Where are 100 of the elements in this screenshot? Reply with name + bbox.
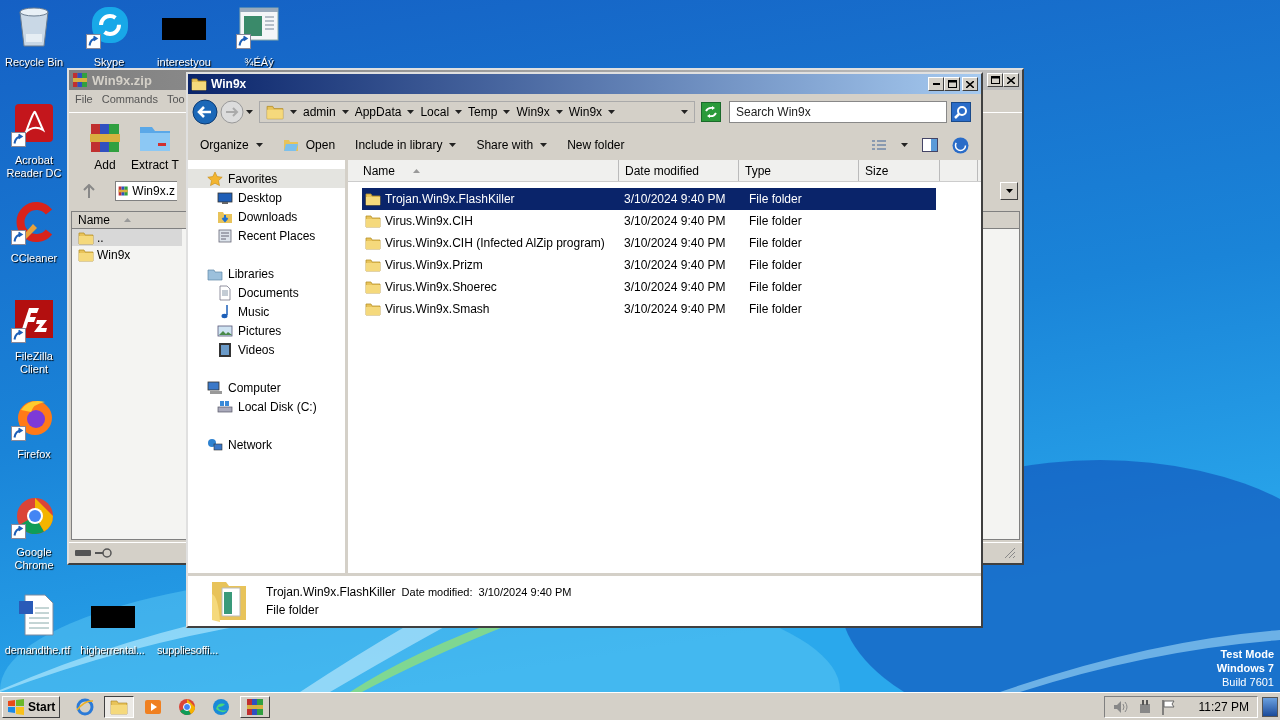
table-cell-text: 3/10/2024 9:40 PM	[623, 236, 727, 250]
file-row[interactable]: Virus.Win9x.Smash 3/10/2024 9:40 PM File folder	[362, 298, 936, 320]
browser-icon	[76, 697, 95, 716]
desktop-icon-label[interactable]: CCleaner	[10, 252, 58, 265]
desktop-icon-label[interactable]: Acrobat Reader DC	[3, 154, 65, 180]
file-row[interactable]: Win9x	[72, 246, 182, 263]
archive-icon	[72, 72, 88, 88]
sort-arrow-icon	[413, 168, 420, 173]
document-icon	[217, 284, 233, 301]
column-header[interactable]: Name	[72, 212, 177, 228]
nav-item[interactable]: Recent Places	[188, 226, 345, 245]
file-row[interactable]: Virus.Win9x.CIH 3/10/2024 9:40 PM File folder	[362, 210, 936, 232]
table-cell-text: File folder	[748, 258, 803, 272]
nav-group[interactable]: Network	[188, 435, 345, 454]
chevron-icon	[290, 110, 297, 114]
taskbar-button[interactable]	[104, 695, 135, 718]
column-header[interactable]: Date modified	[619, 160, 739, 181]
nav-item[interactable]: Pictures	[188, 321, 345, 340]
path-field[interactable]: Win9x.z	[115, 181, 177, 201]
desktop-icon-label[interactable]: Recycle Bin	[4, 56, 64, 69]
folder-icon	[365, 301, 381, 317]
file-row[interactable]: Virus.Win9x.CIH (Infected AlZip program) 3/10/2024 9:40 PM File folder	[362, 232, 936, 254]
desktop-icon-label[interactable]: Firefox	[17, 448, 51, 461]
disk-drive-icon	[217, 398, 233, 415]
nav-group[interactable]: Libraries	[188, 264, 345, 283]
drive-icon	[75, 549, 91, 557]
dropdown-button[interactable]	[1000, 182, 1018, 200]
column-header[interactable]: Size	[859, 160, 940, 181]
toolbar-button[interactable]: Extract T	[133, 115, 177, 175]
search-field[interactable]: Search Win9x	[729, 101, 947, 123]
chevron-icon	[555, 110, 563, 114]
column-header[interactable]: Name	[348, 160, 619, 181]
maximize-button[interactable]	[944, 77, 960, 91]
start-button[interactable]: Start	[2, 695, 61, 718]
table-cell-text: 3/10/2024 9:40 PM	[623, 192, 727, 206]
nav-item[interactable]: Desktop	[188, 188, 345, 207]
nav-item[interactable]: Documents	[188, 283, 345, 302]
back-button[interactable]	[192, 99, 218, 125]
address-bar[interactable]: admin AppData Local Temp Win9x Win9x	[259, 101, 695, 123]
details-type: File folder	[266, 603, 320, 617]
breadcrumb[interactable]: Local	[420, 105, 450, 119]
menu-item[interactable]: Commands	[101, 93, 158, 109]
chevron-icon	[608, 110, 616, 114]
desktop-icon-label[interactable]: ¾ÉÁý	[244, 56, 274, 69]
table-cell-text: 3/10/2024 9:40 PM	[623, 258, 727, 272]
breadcrumb[interactable]: Temp	[468, 105, 498, 119]
details-value: 3/10/2024 9:40 PM	[478, 586, 572, 598]
file-row[interactable]: Virus.Win9x.Shoerec 3/10/2024 9:40 PM File folder	[362, 276, 936, 298]
nav-group[interactable]: Computer	[188, 378, 345, 397]
command-button[interactable]: Include in library	[355, 138, 457, 152]
desktop-icon-label[interactable]: interestyou	[157, 56, 211, 69]
table-cell-text: File folder	[748, 214, 803, 228]
help-icon[interactable]	[952, 136, 969, 154]
close-icon	[966, 80, 974, 88]
nav-item[interactable]: Local Disk (C:)	[188, 397, 345, 416]
file-row[interactable]: ..	[72, 229, 182, 246]
command-button[interactable]: Organize	[200, 138, 263, 152]
file-name: Virus.Win9x.CIH	[362, 213, 619, 229]
refresh-button[interactable]	[701, 102, 721, 122]
table-cell-text: 3/10/2024 9:40 PM	[623, 214, 727, 228]
desktop-icon-label[interactable]: Skype	[93, 56, 125, 69]
desktop-icon-label[interactable]: FileZilla Client	[3, 350, 65, 376]
search-button[interactable]	[951, 102, 971, 122]
chevron-icon	[503, 110, 511, 114]
nav-item[interactable]: Videos	[188, 340, 345, 359]
maximize-icon	[990, 76, 1000, 84]
column-header[interactable]: Type	[739, 160, 859, 181]
preview-pane-icon[interactable]	[922, 138, 938, 152]
show-desktop-button[interactable]	[1262, 696, 1278, 717]
close-button[interactable]	[962, 77, 978, 91]
command-button[interactable]: Share with	[476, 138, 548, 152]
folder-icon	[365, 279, 381, 295]
breadcrumb[interactable]: AppData	[354, 105, 402, 119]
maximize-icon	[947, 80, 957, 88]
close-icon	[1007, 76, 1015, 84]
nav-group[interactable]: Favorites	[188, 169, 345, 188]
close-button[interactable]	[1003, 73, 1019, 87]
command-button[interactable]: Open	[282, 138, 336, 152]
breadcrumb[interactable]: Win9x	[516, 105, 550, 119]
folder-icon	[282, 138, 299, 152]
toolbar-button[interactable]: Add	[83, 115, 127, 175]
nav-item[interactable]: Downloads	[188, 207, 345, 226]
minimize-button[interactable]	[928, 77, 944, 91]
menu-item[interactable]: File	[75, 93, 93, 109]
browser-icon	[212, 697, 231, 716]
refresh-icon	[704, 106, 718, 118]
file-name: Virus.Win9x.Shoerec	[362, 279, 619, 295]
menu-item[interactable]: Too	[167, 93, 185, 109]
computer-icon	[207, 379, 223, 396]
nav-item[interactable]: Music	[188, 302, 345, 321]
caret-icon	[449, 143, 457, 147]
command-button[interactable]: New folder	[567, 138, 625, 152]
maximize-button[interactable]	[987, 73, 1003, 87]
file-row[interactable]: Trojan.Win9x.FlashKiller 3/10/2024 9:40 PM File folder	[362, 188, 936, 210]
breadcrumb[interactable]: Win9x	[568, 105, 603, 119]
flag-icon[interactable]	[1160, 698, 1177, 715]
file-row[interactable]: Virus.Win9x.Prizm 3/10/2024 9:40 PM File folder	[362, 254, 936, 276]
archive-icon	[88, 121, 122, 155]
resize-grip-icon[interactable]	[1004, 547, 1016, 559]
breadcrumb[interactable]: admin	[303, 105, 336, 119]
